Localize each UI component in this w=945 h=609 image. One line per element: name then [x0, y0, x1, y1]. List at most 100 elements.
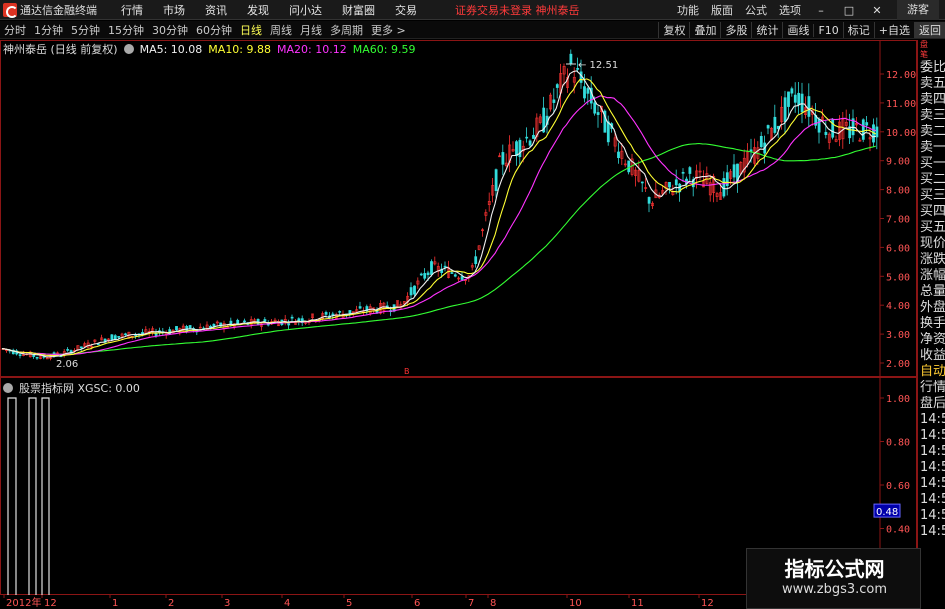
candle-body — [800, 93, 804, 113]
maximize-icon[interactable]: □ — [841, 4, 857, 17]
candle-body — [797, 92, 801, 105]
period-tab-1min[interactable]: 1分钟 — [34, 22, 63, 38]
y-tick-label: 6.00 — [886, 243, 910, 254]
candle-body — [773, 116, 777, 133]
candle-body — [593, 102, 597, 114]
multi-stock-button[interactable]: 多股 — [720, 22, 751, 38]
panel-item[interactable]: 买四 — [918, 204, 945, 220]
period-tab-more[interactable]: 更多 > — [371, 22, 406, 38]
menu-item-function[interactable]: 功能 — [677, 2, 699, 18]
panel-item[interactable]: 自动 — [918, 364, 945, 380]
candle-body — [647, 197, 651, 204]
candle-body — [430, 261, 433, 275]
candle-body — [555, 84, 559, 88]
menu-item-formula[interactable]: 公式 — [745, 2, 767, 18]
indicator-settings-icon[interactable] — [3, 383, 13, 393]
candle-body — [722, 178, 726, 197]
panel-item[interactable]: 买二 — [918, 172, 945, 188]
candle-body — [141, 332, 144, 334]
login-notice[interactable]: 证券交易未登录 神州泰岳 — [455, 2, 580, 18]
period-tab-daily[interactable]: 日线 — [240, 22, 262, 38]
menu-item-discover[interactable]: 发现 — [247, 2, 269, 18]
candle-body — [474, 256, 478, 265]
candle-body — [32, 355, 36, 357]
adjust-button[interactable]: 复权 — [658, 22, 689, 38]
candle-body — [124, 333, 127, 336]
panel-time: 14:50 — [920, 476, 945, 491]
panel-item[interactable]: 涨幅 — [918, 268, 945, 284]
candlestick-chart[interactable]: 12.00 11.00 10.00 9.00 8.00 7.00 6.00 5.00 4.00 3… — [0, 40, 917, 377]
panel-item[interactable]: 净资 — [918, 332, 945, 348]
candle-body — [586, 88, 590, 94]
stats-button[interactable]: 统计 — [751, 22, 782, 38]
main-chart-frame — [0, 40, 917, 377]
period-tab-weekly[interactable]: 周线 — [270, 22, 292, 38]
panel-item[interactable]: 外盘 — [918, 300, 945, 316]
panel-item[interactable]: 卖二 — [918, 124, 945, 140]
mark-button[interactable]: 标记 — [842, 22, 874, 38]
panel-item[interactable]: 盘后 — [918, 396, 945, 412]
panel-item[interactable]: 买五 — [918, 220, 945, 236]
period-tab-multi[interactable]: 多周期 — [330, 22, 363, 38]
panel-item[interactable]: 卖一 — [918, 140, 945, 156]
menu-item-news[interactable]: 资讯 — [205, 2, 227, 18]
panel-item[interactable]: 现价 — [918, 236, 945, 252]
minimize-icon[interactable]: – — [813, 4, 829, 17]
period-tab-5min[interactable]: 5分钟 — [71, 22, 100, 38]
period-tab-tick[interactable]: 分时 — [4, 22, 26, 38]
overlay-button[interactable]: 叠加 — [689, 22, 720, 38]
candle-body — [66, 349, 70, 351]
ma10-label: MA10: 9.88 — [208, 42, 272, 56]
y-tick-label: 3.00 — [886, 330, 910, 341]
f10-button[interactable]: F10 — [813, 23, 842, 37]
top-right-menu: 功能 版面 公式 选项 – □ ✕ 游客 — [671, 0, 945, 20]
panel-item[interactable]: 换手 — [918, 316, 945, 332]
panel-time: 14:50 — [920, 412, 945, 427]
draw-button[interactable]: 画线 — [782, 22, 813, 38]
buy-marker: B — [404, 367, 410, 376]
add-watchlist-button[interactable]: +自选 — [873, 22, 914, 38]
candle-body — [790, 88, 794, 94]
settings-gear-icon[interactable] — [123, 44, 134, 54]
menu-item-layout[interactable]: 版面 — [711, 2, 733, 18]
menu-item-ask[interactable]: 问小达 — [289, 2, 322, 18]
panel-item[interactable]: 买一 — [918, 156, 945, 172]
panel-item[interactable]: 收益 — [918, 348, 945, 364]
panel-item[interactable]: 卖四 — [918, 92, 945, 108]
menu-item-market[interactable]: 市场 — [163, 2, 185, 18]
panel-item[interactable]: 卖三 — [918, 108, 945, 124]
back-button[interactable]: 返回 — [914, 22, 945, 38]
close-icon[interactable]: ✕ — [869, 4, 885, 17]
panel-time: 14:50 — [920, 492, 945, 507]
panel-time: 14:50 — [920, 444, 945, 459]
candle-body — [79, 346, 83, 349]
low-price-label: 2.06 — [56, 359, 78, 370]
period-tab-30min[interactable]: 30分钟 — [152, 22, 188, 38]
menu-item-wealth[interactable]: 财富圈 — [342, 2, 375, 18]
candle-body — [528, 140, 532, 146]
menu-item-quotes[interactable]: 行情 — [121, 2, 143, 18]
panel-item[interactable]: 总量 — [918, 284, 945, 300]
candle-body — [409, 287, 413, 296]
panel-item[interactable]: 委比 — [918, 60, 945, 76]
menu-item-options[interactable]: 选项 — [779, 2, 801, 18]
menu-item-trade[interactable]: 交易 — [395, 2, 417, 18]
guest-button[interactable]: 游客 — [897, 0, 939, 20]
candle-body — [766, 125, 770, 129]
x-tick-label: 12 — [44, 598, 57, 609]
chart-toolbar: 复权 叠加 多股 统计 画线 F10 标记 +自选 返回 — [658, 21, 945, 39]
period-tab-monthly[interactable]: 月线 — [300, 22, 322, 38]
candle-body — [606, 121, 610, 143]
candle-body — [110, 334, 114, 340]
period-tab-60min[interactable]: 60分钟 — [196, 22, 232, 38]
panel-item[interactable]: 行情 — [918, 380, 945, 396]
candle-body — [35, 356, 39, 359]
panel-item[interactable]: 涨跌 — [918, 252, 945, 268]
x-tick-label: 5 — [346, 598, 352, 609]
candle-body — [532, 134, 535, 139]
x-tick-label: 1 — [112, 598, 118, 609]
candle-body — [759, 136, 763, 148]
period-tab-15min[interactable]: 15分钟 — [108, 22, 144, 38]
panel-item[interactable]: 卖五 — [918, 76, 945, 92]
panel-item[interactable]: 买三 — [918, 188, 945, 204]
